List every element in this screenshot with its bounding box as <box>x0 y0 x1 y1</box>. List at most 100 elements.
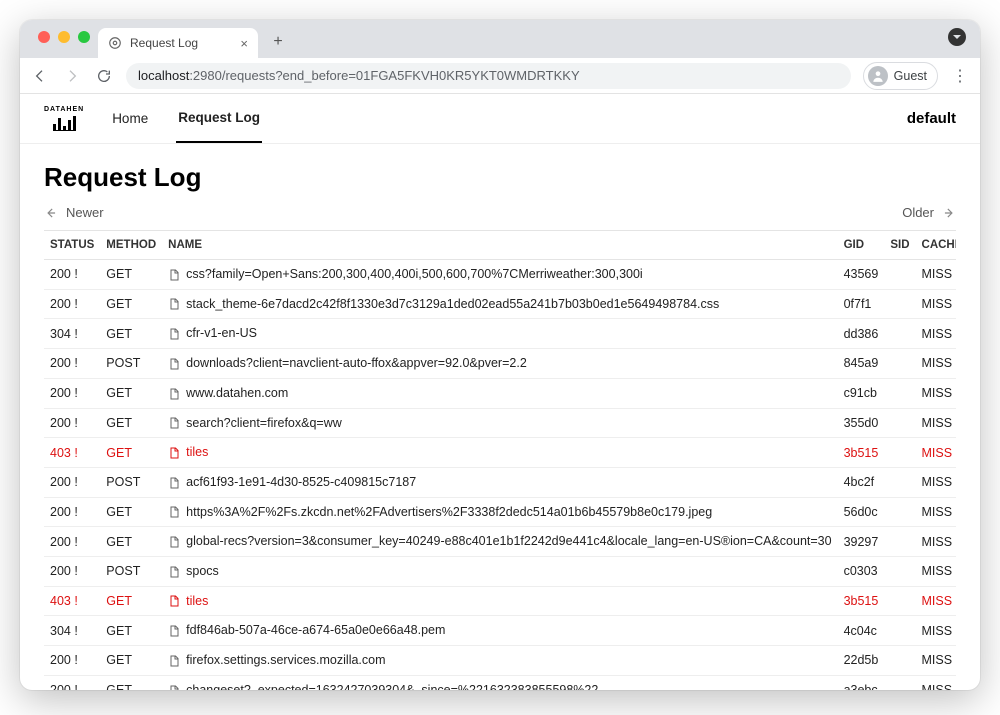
table-row[interactable]: 200 !POSTspocsc0303MISS-1 B F T2021 <box>44 557 956 587</box>
brand-text: DATAHEN <box>44 106 84 113</box>
table-row[interactable]: 200 !POSTacf61f93-1e91-4d30-8525-c409815… <box>44 467 956 497</box>
cell-name: global-recs?version=3&consumer_key=40249… <box>162 527 837 557</box>
address-bar: localhost:2980/requests?end_before=01FGA… <box>20 58 980 94</box>
cell-gid: 39297 <box>838 527 885 557</box>
col-gid[interactable]: GID <box>838 231 885 260</box>
cell-cache: MISS <box>916 349 956 379</box>
cell-sid <box>884 646 915 676</box>
cell-gid: 845a9 <box>838 349 885 379</box>
profile-label: Guest <box>894 69 927 83</box>
table-row[interactable]: 200 !GETwww.datahen.comc91cbMISS-1 B F T… <box>44 378 956 408</box>
cell-name: search?client=firefox&q=ww <box>162 408 837 438</box>
table-row[interactable]: 304 !GETcfr-v1-en-USdd386MISS0 B F T2021 <box>44 319 956 349</box>
minimize-window-icon[interactable] <box>58 31 70 43</box>
cell-gid: dd386 <box>838 319 885 349</box>
cell-gid: c0303 <box>838 557 885 587</box>
tab-close-icon[interactable]: × <box>232 36 248 51</box>
table-header-row: STATUS METHOD NAME GID SID CACHE SIZE TI… <box>44 231 956 260</box>
back-icon[interactable] <box>30 66 50 86</box>
file-icon <box>168 387 180 401</box>
traffic-lights <box>32 20 98 58</box>
cell-method: GET <box>100 497 162 527</box>
browser-tab[interactable]: Request Log × <box>98 28 258 58</box>
table-row[interactable]: 200 !GETglobal-recs?version=3&consumer_k… <box>44 527 956 557</box>
cell-cache: MISS <box>916 467 956 497</box>
cell-sid <box>884 319 915 349</box>
browser-window: Request Log × + localhost:2980/requests?… <box>20 20 980 690</box>
browser-menu-icon[interactable]: ⋮ <box>950 66 970 86</box>
new-tab-button[interactable]: + <box>264 28 292 56</box>
cell-sid <box>884 557 915 587</box>
col-name[interactable]: NAME <box>162 231 837 260</box>
cell-cache: MISS <box>916 646 956 676</box>
favicon-icon <box>108 36 122 50</box>
cell-sid <box>884 467 915 497</box>
cell-method: GET <box>100 289 162 319</box>
cell-method: GET <box>100 586 162 616</box>
cell-status: 200 ! <box>44 467 100 497</box>
cell-sid <box>884 616 915 646</box>
url-path: :2980/requests?end_before=01FGA5FKVH0KR5… <box>189 68 579 83</box>
maximize-window-icon[interactable] <box>78 31 90 43</box>
reload-icon[interactable] <box>94 66 114 86</box>
cell-name: firefox.settings.services.mozilla.com <box>162 646 837 676</box>
table-row[interactable]: 200 !GETstack_theme-6e7dacd2c42f8f1330e3… <box>44 289 956 319</box>
cell-sid <box>884 289 915 319</box>
table-row[interactable]: 200 !GETsearch?client=firefox&q=ww355d0 M… <box>44 408 956 438</box>
table-row[interactable]: 200 !GETcss?family=Open+Sans:200,300,400… <box>44 260 956 290</box>
cell-sid <box>884 527 915 557</box>
cell-sid <box>884 408 915 438</box>
older-button[interactable]: Older <box>902 205 956 220</box>
tabs-dropdown-icon[interactable] <box>948 28 966 46</box>
nav-home[interactable]: Home <box>110 95 150 142</box>
nav-request-log[interactable]: Request Log <box>176 94 262 143</box>
file-icon <box>168 684 180 690</box>
cell-gid: 3b515 <box>838 586 885 616</box>
cell-status: 200 ! <box>44 408 100 438</box>
profile-chip[interactable]: Guest <box>863 62 938 90</box>
cell-sid <box>884 378 915 408</box>
col-status[interactable]: STATUS <box>44 231 100 260</box>
table-row[interactable]: 403 !GETtiles3b515MISS3 B F T2021 <box>44 586 956 616</box>
col-sid[interactable]: SID <box>884 231 915 260</box>
cell-cache: MISS <box>916 586 956 616</box>
cell-cache: MISS <box>916 319 956 349</box>
cell-gid: 355d0 <box>838 408 885 438</box>
cell-name: tiles <box>162 438 837 468</box>
cell-method: GET <box>100 260 162 290</box>
cell-status: 200 ! <box>44 527 100 557</box>
brand-logo[interactable]: DATAHEN <box>44 106 84 131</box>
cell-method: POST <box>100 557 162 587</box>
cell-status: 200 ! <box>44 289 100 319</box>
cell-name: spocs <box>162 557 837 587</box>
cell-method: POST <box>100 349 162 379</box>
cell-name: stack_theme-6e7dacd2c42f8f1330e3d7c3129a… <box>162 289 837 319</box>
col-cache[interactable]: CACHE <box>916 231 956 260</box>
file-icon <box>168 268 180 282</box>
cell-gid: c91cb <box>838 378 885 408</box>
forward-icon[interactable] <box>62 66 82 86</box>
cell-method: GET <box>100 408 162 438</box>
cell-method: POST <box>100 467 162 497</box>
page-title: Request Log <box>44 162 956 193</box>
table-row[interactable]: 403 !GETtiles3b515MISS3 B F T2021 <box>44 438 956 468</box>
file-icon <box>168 505 180 519</box>
table-row[interactable]: 200 !GETchangeset?_expected=163242703930… <box>44 675 956 690</box>
table-row[interactable]: 200 !GETfirefox.settings.services.mozill… <box>44 646 956 676</box>
cell-cache: MISS <box>916 438 956 468</box>
cell-cache: MISS <box>916 408 956 438</box>
table-row[interactable]: 304 !GETfdf846ab-507a-46ce-a674-65a0e0e6… <box>44 616 956 646</box>
request-table-wrap: STATUS METHOD NAME GID SID CACHE SIZE TI… <box>44 230 956 690</box>
tab-title: Request Log <box>130 36 232 50</box>
cell-gid: 56d0c <box>838 497 885 527</box>
url-input[interactable]: localhost:2980/requests?end_before=01FGA… <box>126 63 851 89</box>
cell-gid: 43569 <box>838 260 885 290</box>
file-icon <box>168 357 180 371</box>
close-window-icon[interactable] <box>38 31 50 43</box>
table-row[interactable]: 200 !POSTdownloads?client=navclient-auto… <box>44 349 956 379</box>
col-method[interactable]: METHOD <box>100 231 162 260</box>
newer-button[interactable]: Newer <box>44 205 104 220</box>
file-icon <box>168 416 180 430</box>
cell-status: 200 ! <box>44 378 100 408</box>
table-row[interactable]: 200 !GEThttps%3A%2F%2Fs.zkcdn.net%2FAdve… <box>44 497 956 527</box>
